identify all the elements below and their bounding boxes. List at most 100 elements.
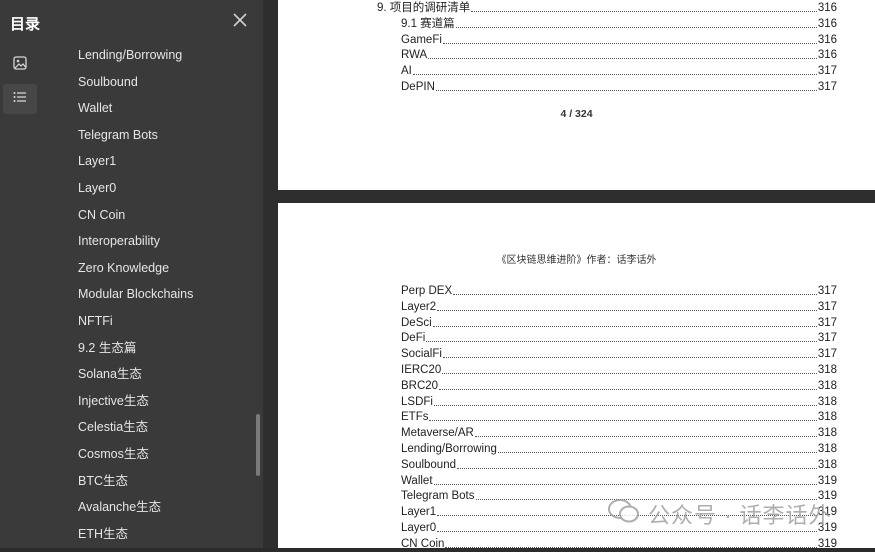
toc-entry-page: 317 (817, 285, 837, 297)
toc-item[interactable]: Layer0 (64, 175, 249, 202)
toc-entry-page: 318 (817, 379, 837, 392)
toc-scrollbar[interactable] (256, 414, 260, 476)
image-icon (13, 55, 27, 75)
toc-entry[interactable]: Lending/Borrowing 318 (401, 441, 837, 457)
leader-dots (455, 26, 817, 28)
toc-entry[interactable]: DeSci 317 (401, 315, 837, 331)
leader-dots (428, 58, 817, 60)
leader-dots (471, 11, 817, 12)
toc-entry-page: 317 (817, 348, 837, 361)
toc-entry-title: DeFi (401, 332, 426, 345)
toc-entry[interactable]: Soulbound 318 (401, 457, 837, 473)
running-header: 《区块链思维进阶》作者：话李话外 (496, 255, 657, 266)
toc-entry-page: 319 (817, 474, 837, 487)
toc-entry[interactable]: CN Coin 319 (401, 536, 837, 552)
close-icon[interactable] (230, 10, 250, 30)
document-page: 9. 项目的调研清单 316 9.1 赛道篇 316 GameFi 316 RWA 316 AI… (278, 0, 875, 190)
outline-view-button[interactable] (3, 84, 37, 114)
toc-item[interactable]: Modular Blockchains (64, 281, 249, 308)
page-number: 4 / 324 (560, 108, 593, 120)
toc-entry-title: Telegram Bots (401, 490, 475, 503)
toc-entry-page: 318 (817, 411, 837, 424)
watermark-text: 公众号 · 话李话外 (648, 503, 832, 528)
toc-entry-page: 318 (817, 443, 837, 455)
leader-dots (437, 531, 817, 532)
toc-entry[interactable]: AI 317 (401, 63, 837, 79)
toc-entry[interactable]: Wallet 319 (401, 473, 837, 489)
toc-entry[interactable]: BRC20 318 (401, 378, 837, 394)
toc-entry-title: BRC20 (401, 379, 439, 392)
leader-dots (433, 483, 817, 485)
toc-entry-page: 317 (817, 332, 837, 345)
toc-item[interactable]: Wallet (64, 95, 249, 122)
toc-entry-page: 316 (817, 33, 837, 46)
toc-entry[interactable]: 9.1 赛道篇 316 (401, 16, 837, 32)
toc-item[interactable]: Interoperability (64, 228, 249, 255)
leader-dots (442, 42, 817, 44)
toc-entry-page: 317 (817, 316, 837, 329)
toc-entry-title: Soulbound (401, 458, 456, 471)
leader-dots (497, 452, 817, 453)
toc-entry[interactable]: LSDFi 318 (401, 394, 837, 410)
toc-item[interactable]: Soulbound (64, 69, 249, 96)
toc-entry-page: 316 (817, 17, 837, 30)
toc-entry-title: RWA (401, 49, 428, 62)
document-viewer: 9. 项目的调研清单 316 9.1 赛道篇 316 GameFi 316 RWA 316 AI… (263, 0, 875, 550)
toc-item[interactable]: Zero Knowledge (64, 255, 249, 282)
toc-entry-page: 318 (817, 395, 837, 408)
toc-item[interactable]: Cosmos生态 (64, 441, 249, 468)
toc-sidebar: 目录 Lending/Borrowing Soulbound Wallet Teleg… (0, 0, 263, 548)
leader-dots (412, 74, 817, 76)
toc-entry-title: Layer1 (401, 506, 437, 519)
toc-entry[interactable]: DePIN 317 (401, 79, 837, 95)
leader-dots (426, 341, 817, 343)
toc-item[interactable]: Solana生态 (64, 361, 249, 388)
toc-entry-title: IERC20 (401, 364, 442, 376)
toc-entry[interactable]: 9. 项目的调研清单 316 (377, 0, 837, 16)
toc-item[interactable]: ETH生态 (64, 521, 249, 548)
leader-dots (429, 420, 817, 422)
toc-entry-title: Layer0 (401, 522, 437, 534)
toc-item[interactable]: Avalanche生态 (64, 494, 249, 521)
toc-entry[interactable]: GameFi 316 (401, 32, 837, 48)
thumbnail-view-button[interactable] (3, 50, 37, 80)
toc-entry-title: LSDFi (401, 395, 433, 408)
toc-entry-title: DeSci (401, 316, 432, 329)
toc-entry-page: 316 (817, 2, 837, 14)
leader-dots (437, 309, 817, 311)
toc-entry[interactable]: Layer2 317 (401, 299, 837, 315)
toc-entry[interactable]: DeFi 317 (401, 330, 837, 346)
toc-item[interactable]: 9.2 生态篇 (64, 335, 249, 362)
toc-entry-title: 9.1 赛道篇 (401, 17, 455, 30)
toc-item[interactable]: Layer1 (64, 148, 249, 175)
toc-entry-title: SocialFi (401, 348, 442, 361)
toc-item[interactable]: Injective生态 (64, 388, 249, 415)
leader-dots (439, 388, 817, 390)
leader-dots (453, 294, 817, 295)
list-icon (13, 90, 27, 108)
toc-item[interactable]: Telegram Bots (64, 122, 249, 149)
leader-dots (457, 467, 817, 469)
toc-entry[interactable]: IERC20 318 (401, 362, 837, 378)
toc-entry-page: 317 (817, 65, 837, 78)
toc-entry[interactable]: RWA 316 (401, 47, 837, 63)
leader-dots (432, 325, 817, 327)
toc-entry-title: Perp DEX (401, 285, 453, 297)
leader-dots (442, 373, 817, 374)
toc-entry[interactable]: Metaverse/AR 318 (401, 425, 837, 441)
toc-entry[interactable]: Perp DEX 317 (401, 283, 837, 299)
toc-entry-title: Lending/Borrowing (401, 443, 497, 455)
toc-entry[interactable]: SocialFi 317 (401, 346, 837, 362)
sidebar-rail (0, 42, 40, 548)
document-page: 《区块链思维进阶》作者：话李话外 Perp DEX 317 Layer2 317 DeS… (278, 203, 875, 550)
toc-entry-page: 318 (817, 364, 837, 376)
toc-item[interactable]: Celestia生态 (64, 414, 249, 441)
toc-item[interactable]: CN Coin (64, 202, 249, 229)
toc-item[interactable]: NFTFi (64, 308, 249, 335)
toc-entry-page: 319 (817, 537, 837, 550)
toc-entry-page: 318 (817, 427, 837, 440)
toc-item[interactable]: BTC生态 (64, 468, 249, 495)
toc-item[interactable]: Lending/Borrowing (64, 42, 249, 69)
toc-entry[interactable]: ETFs 318 (401, 409, 837, 425)
leader-dots (442, 357, 817, 359)
